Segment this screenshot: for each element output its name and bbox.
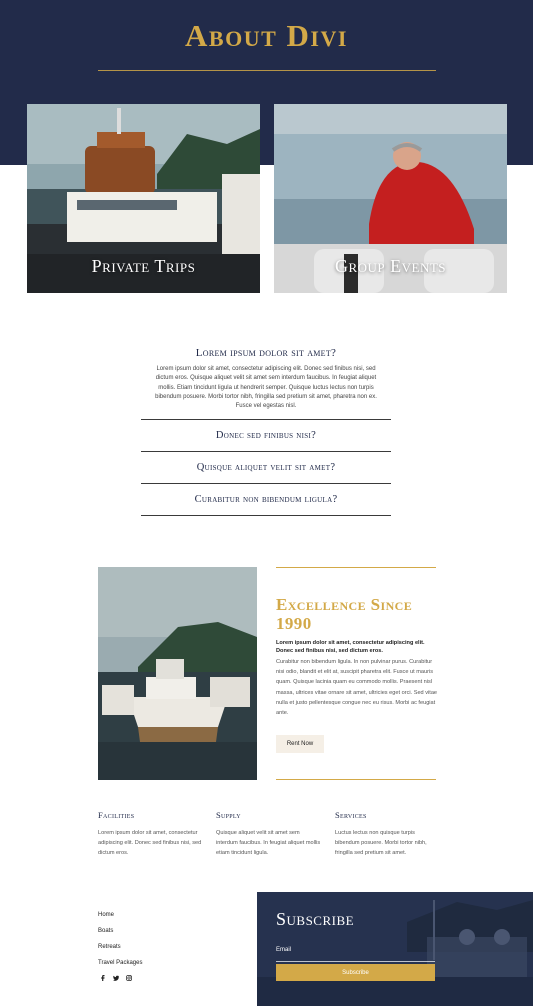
footer-link-boats[interactable]: Boats [98, 927, 142, 943]
excellence-title: Excellence Since 1990 [276, 595, 413, 633]
footer-link-travel-packages[interactable]: Travel Packages [98, 959, 142, 975]
card-title: Private Trips [91, 256, 196, 276]
hero-divider [98, 70, 436, 71]
card-private-trips[interactable]: Private Trips [27, 104, 260, 293]
social-links [100, 975, 132, 981]
excellence-lead: Lorem ipsum dolor sit amet, consectetur … [276, 640, 425, 654]
faq-item[interactable]: Curabitur non bibendum ligula? [141, 484, 391, 515]
faq-accordion: Lorem ipsum dolor sit amet? Lorem ipsum … [141, 347, 391, 517]
services-column: Services Luctus lectus non quisque turpi… [335, 810, 440, 859]
section-divider [276, 567, 436, 568]
subscribe-button[interactable]: Subscribe [276, 964, 435, 981]
rent-now-button[interactable]: Rent Now [276, 735, 324, 753]
supply-column: Supply Quisque aliquet velit sit amet se… [216, 810, 321, 859]
column-text: Lorem ipsum dolor sit amet, consectetur … [98, 830, 202, 857]
email-field[interactable] [276, 954, 435, 962]
twitter-icon[interactable] [113, 975, 119, 981]
footer-link-retreats[interactable]: Retreats [98, 943, 142, 959]
card-title: Group Events [334, 256, 447, 276]
column-heading: Facilities [98, 810, 135, 820]
subscribe-panel: Subscribe Email Subscribe [257, 892, 533, 1006]
footer-nav: Home Boats Retreats Travel Packages [98, 911, 142, 975]
section-divider [276, 779, 436, 780]
card-group-events[interactable]: Group Events [274, 104, 507, 293]
column-text: Quisque aliquet velit sit amet sem inter… [216, 830, 321, 857]
page-title: About Divi [185, 18, 348, 53]
faq-divider [141, 515, 391, 517]
facebook-icon[interactable] [100, 975, 106, 981]
footer-link-home[interactable]: Home [98, 911, 142, 927]
instagram-icon[interactable] [126, 975, 132, 981]
column-heading: Services [335, 810, 367, 820]
faq-open-question[interactable]: Lorem ipsum dolor sit amet? [141, 347, 391, 359]
yacht-photo [98, 567, 257, 780]
email-label: Email [276, 947, 292, 953]
faq-item[interactable]: Donec sed finibus nisi? [141, 420, 391, 451]
faq-open-answer: Lorem ipsum dolor sit amet, consectetur … [155, 366, 377, 410]
facilities-column: Facilities Lorem ipsum dolor sit amet, c… [98, 810, 203, 859]
column-text: Luctus lectus non quisque turpis bibendu… [335, 830, 427, 857]
faq-item[interactable]: Quisque aliquet velit sit amet? [141, 452, 391, 483]
column-heading: Supply [216, 810, 241, 820]
subscribe-title: Subscribe [276, 909, 355, 929]
excellence-body: Curabitur non bibendum ligula. In non pu… [276, 659, 438, 717]
